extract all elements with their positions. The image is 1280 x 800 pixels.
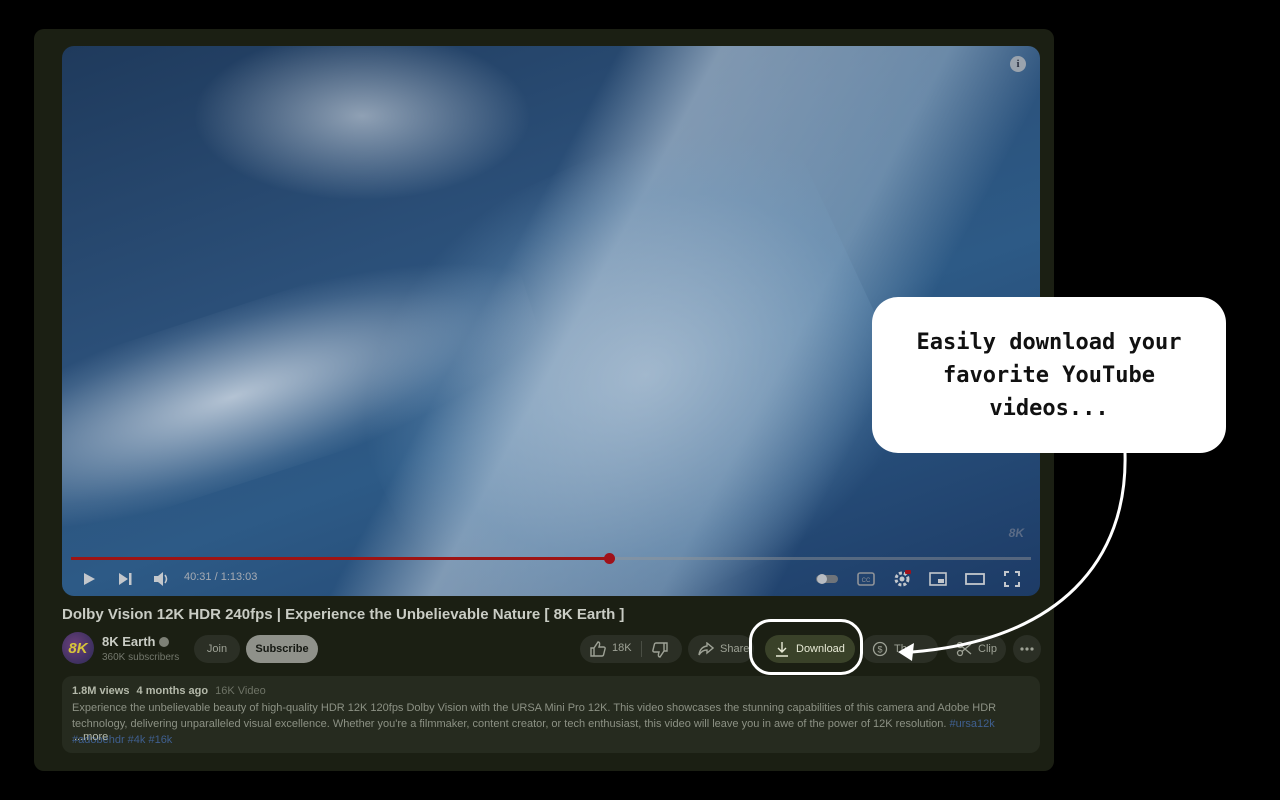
description-body: Experience the unbelievable beauty of hi… [72,702,997,730]
channel-name-link[interactable]: 8K Earth [102,634,170,649]
callout-bubble: Easily download your favorite YouTube vi… [872,297,1226,453]
progress-played [71,557,609,560]
more-dots-icon [1020,647,1034,651]
player-controls: 40:31 / 1:13:03 CC [62,564,1040,594]
progress-scrubber[interactable] [603,553,615,564]
thumbs-up-icon[interactable] [590,641,606,660]
description-text: Experience the unbelievable beauty of hi… [72,700,1032,748]
view-count: 1.8M views [72,685,130,697]
miniplayer-icon[interactable] [926,564,950,594]
theater-mode-icon[interactable] [962,564,988,594]
volume-icon[interactable] [151,564,173,594]
autoplay-toggle-icon[interactable] [814,564,840,594]
thanks-button[interactable]: $ Th [862,635,938,663]
info-icon[interactable]: i [1010,56,1026,72]
share-label: Share [720,643,750,655]
share-button[interactable]: Share [688,635,754,663]
time-display: 40:31 / 1:13:03 [184,571,258,583]
show-more-link[interactable]: ...more [74,731,108,743]
thanks-label: Th [894,643,907,655]
verified-check-icon [159,637,170,647]
play-icon[interactable] [79,564,99,594]
captions-icon[interactable]: CC [854,564,878,594]
progress-bar[interactable] [71,553,1031,564]
svg-text:$: $ [877,645,882,655]
channel-avatar[interactable]: 8K [62,632,94,664]
video-meta: 1.8M views 4 months ago 16K Video [72,685,266,697]
video-tag: 16K Video [215,685,266,697]
download-highlight-ring [749,619,863,675]
svg-text:CC: CC [862,578,871,584]
like-count[interactable]: 18K [612,642,632,654]
settings-gear-icon[interactable] [890,564,914,594]
like-divider [641,641,642,657]
subscribe-button[interactable]: Subscribe [246,635,318,663]
channel-watermark: 8K [1008,526,1024,540]
clip-label: Clip [978,643,997,655]
share-arrow-icon [698,642,714,656]
like-dislike-group: 18K [580,635,682,663]
scissors-icon [956,641,972,657]
next-icon[interactable] [115,564,135,594]
more-actions-button[interactable] [1013,635,1041,663]
video-title: Dolby Vision 12K HDR 240fps | Experience… [62,606,625,623]
fullscreen-icon[interactable] [1000,564,1024,594]
channel-name-text: 8K Earth [102,634,156,649]
description-box[interactable]: 1.8M views 4 months ago 16K Video Experi… [62,676,1040,753]
join-button[interactable]: Join [194,635,240,663]
subscriber-count: 360K subscribers [102,652,180,663]
thumbs-down-icon[interactable] [652,642,668,661]
clip-button[interactable]: Clip [946,635,1006,663]
thanks-dollar-icon: $ [872,641,888,657]
upload-age: 4 months ago [136,685,209,697]
